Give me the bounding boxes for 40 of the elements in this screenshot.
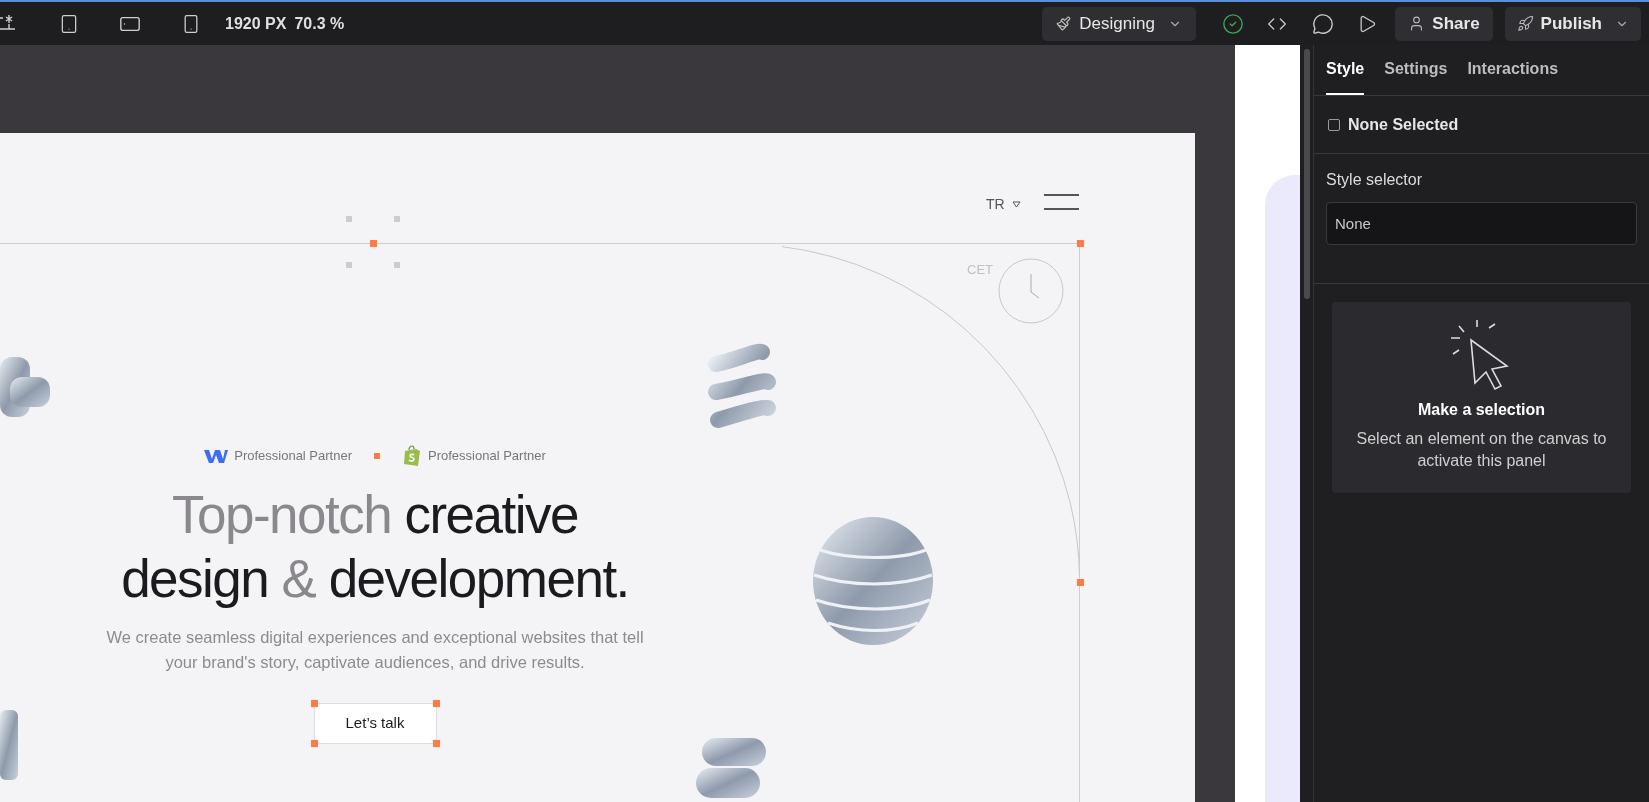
clock-icon (998, 258, 1064, 324)
mode-dropdown[interactable]: Designing (1042, 6, 1197, 41)
lets-talk-button[interactable]: Let’s talk (313, 703, 437, 744)
panel-tab[interactable]: Style (1326, 57, 1365, 95)
selection-handle[interactable] (432, 700, 440, 707)
selection-handle[interactable] (310, 700, 318, 707)
comment-icon[interactable] (1312, 12, 1335, 35)
selection-label: None Selected (1348, 114, 1459, 135)
empty-state-text: Select an element on the canvas to activate this panel (1355, 429, 1608, 471)
style-selector-label: Style selector (1326, 170, 1424, 190)
selection-handle[interactable] (432, 740, 440, 747)
menu-icon[interactable] (1044, 194, 1079, 210)
metallic-shape-drawing (0, 710, 20, 780)
hero-headline: Top-notch creative design & development. (121, 484, 629, 610)
language-selector[interactable]: TR (986, 194, 1021, 215)
tablet-icon[interactable] (59, 12, 79, 35)
empty-state-title: Make a selection (1417, 400, 1546, 420)
zoom-level: 70.3 % (294, 13, 345, 34)
selection-handle[interactable] (370, 240, 377, 247)
dropdown-triangle-icon (1011, 201, 1021, 208)
canvas-width: 1920 PX (225, 13, 287, 34)
selection-handle[interactable] (1077, 240, 1084, 247)
panel-tab[interactable]: Interactions (1467, 57, 1559, 95)
share-button[interactable]: Share (1395, 6, 1493, 41)
rocket-icon (1516, 15, 1534, 32)
publish-button[interactable]: Publish (1504, 6, 1641, 41)
hero-description: We create seamless digital experiences and exceptional websites that tell your brand's story, captivate audiences, and drive results. (105, 627, 645, 673)
panel-tab[interactable]: Settings (1384, 57, 1448, 95)
selection-handle[interactable] (310, 740, 318, 747)
partner-label: Professional Partner (428, 447, 546, 466)
check-circle-icon[interactable] (1222, 12, 1245, 35)
scrollbar-thumb[interactable] (1303, 49, 1310, 299)
w-logo-icon (204, 448, 229, 464)
dots-grid-drawing (346, 216, 402, 268)
shopping-bag-icon (402, 445, 422, 467)
selection-handle[interactable] (1077, 579, 1084, 586)
partner-label: Professional Partner (234, 447, 352, 466)
selection-checkbox[interactable] (1328, 118, 1340, 131)
brush-icon (1056, 16, 1072, 31)
style-selector-field[interactable]: None (1326, 202, 1637, 245)
